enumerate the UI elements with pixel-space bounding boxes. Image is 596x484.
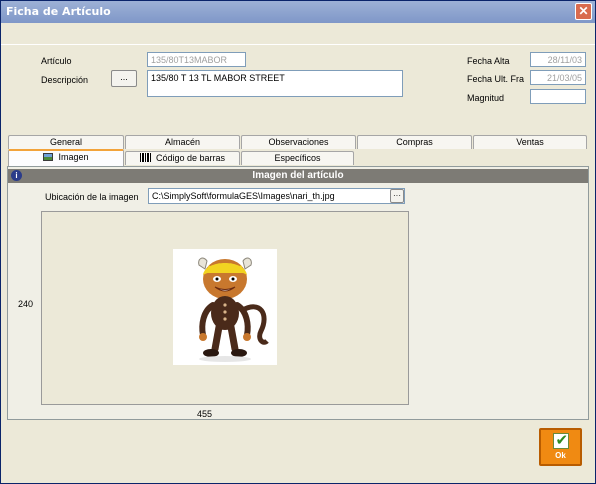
close-button[interactable]: ✕ [575, 3, 592, 20]
checkmark-icon: ✔ [552, 431, 569, 449]
tab-almacen[interactable]: Almacén [125, 135, 240, 149]
tab-especificos[interactable]: Específicos [241, 151, 354, 165]
descripcion-label: Descripción [41, 75, 89, 85]
image-icon [43, 153, 54, 161]
window-title: Ficha de Artículo [6, 5, 111, 18]
tab-codigo-barras-label: Código de barras [155, 153, 226, 163]
articulo-label: Artículo [41, 56, 72, 66]
image-height-value: 240 [18, 299, 34, 309]
tab-compras[interactable]: Compras [357, 135, 472, 149]
image-width-value: 455 [197, 409, 213, 419]
tab-general[interactable]: General [8, 135, 124, 149]
info-icon: i [11, 170, 22, 181]
tab-imagen-label: Imagen [58, 152, 89, 162]
title-bar: Ficha de Artículo ✕ [1, 1, 595, 23]
tab-ventas[interactable]: Ventas [473, 135, 587, 149]
magnitud-label: Magnitud [467, 93, 505, 103]
tab-codigo-barras[interactable]: Código de barras [125, 151, 240, 165]
menu-strip [1, 23, 595, 45]
ubicacion-label: Ubicación de la imagen [45, 192, 139, 202]
articulo-field[interactable]: 135/80T13MABOR [147, 52, 246, 67]
browse-button[interactable]: ··· [390, 189, 404, 203]
fecha-ult-label: Fecha Ult. Fra [467, 74, 525, 84]
ok-button[interactable]: ✔ Ok [539, 428, 582, 466]
close-icon: ✕ [578, 4, 589, 18]
section-title: Imagen del artículo [252, 170, 344, 181]
mascot-image [198, 257, 269, 362]
fecha-alta-label: Fecha Alta [467, 56, 510, 66]
magnitud-field[interactable] [530, 89, 586, 104]
descripcion-button[interactable]: ... [111, 70, 137, 87]
ok-label: Ok [555, 451, 566, 460]
tab-imagen[interactable]: Imagen [8, 149, 124, 166]
article-image [173, 249, 277, 365]
barcode-icon [139, 153, 151, 162]
fecha-ult-field[interactable]: 21/03/05 [530, 70, 586, 85]
tab-observaciones[interactable]: Observaciones [241, 135, 356, 149]
fecha-alta-field[interactable]: 28/11/03 [530, 52, 586, 67]
section-header: i Imagen del artículo [8, 169, 588, 183]
article-window: Ficha de Artículo ✕ Artículo 135/80T13MA… [0, 0, 596, 484]
ubicacion-field[interactable]: C:\SimplySoft\formulaGES\Images\nari_th.… [148, 188, 405, 204]
descripcion-field[interactable]: 135/80 T 13 TL MABOR STREET [147, 70, 403, 97]
